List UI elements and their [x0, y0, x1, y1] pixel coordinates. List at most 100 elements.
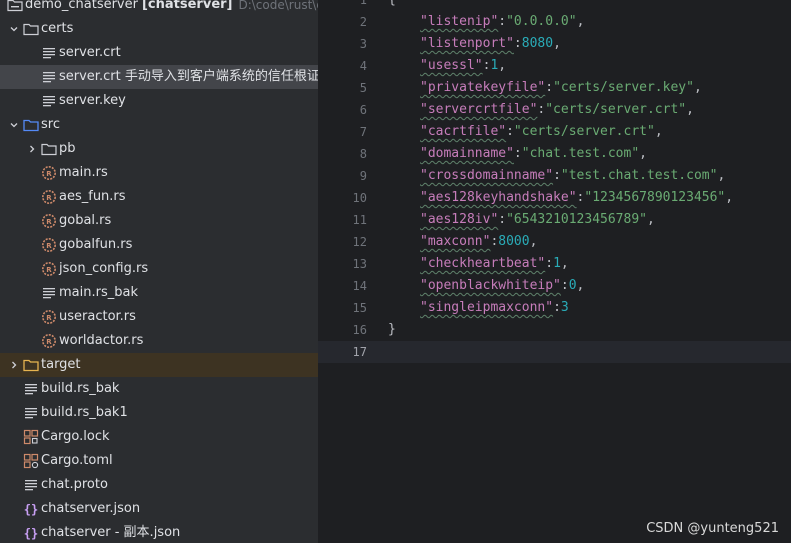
tree-item-cargo-toml[interactable]: Cargo.toml: [0, 449, 318, 473]
chevron-down-icon[interactable]: [6, 120, 22, 130]
chevron-right-icon[interactable]: [6, 360, 22, 370]
json-comma: ,: [647, 212, 655, 227]
json-colon: :: [553, 300, 561, 315]
json-colon: :: [545, 80, 554, 95]
code-line[interactable]: "domainname":"chat.test.com",: [420, 143, 647, 165]
json-comma: ,: [639, 146, 647, 161]
svg-text:R: R: [46, 194, 52, 202]
json-colon: :: [506, 124, 514, 139]
code-line[interactable]: "maxconn":8000,: [420, 231, 537, 253]
code-line[interactable]: "openblackwhiteip":0,: [420, 275, 584, 297]
tree-item-label: Cargo.lock: [41, 429, 110, 444]
tree-item-label: Cargo.toml: [41, 453, 113, 468]
tree-item-gobalfun-rs[interactable]: Rgobalfun.rs: [0, 233, 318, 257]
code-line[interactable]: "usessl":1,: [420, 55, 506, 77]
json-key: "crossdomainname": [420, 168, 554, 183]
tree-item-server-crt[interactable]: server.crt: [0, 41, 318, 65]
cargo-lock-icon: [22, 429, 40, 445]
tree-item-worldactor-rs[interactable]: Rworldactor.rs: [0, 329, 318, 353]
tree-item-gobal-rs[interactable]: Rgobal.rs: [0, 209, 318, 233]
line-number: 10: [352, 191, 367, 205]
project-tree: demo_chatserver [chatserver] D:\code\rus…: [0, 0, 318, 543]
tree-item-target[interactable]: target: [0, 353, 318, 377]
tree-item-label: chatserver - 副本.json: [41, 525, 181, 540]
code-line[interactable]: "checkheartbeat":1,: [420, 253, 569, 275]
line-number: 7: [359, 125, 367, 139]
tree-item-label: server.key: [59, 93, 126, 108]
project-root[interactable]: demo_chatserver [chatserver] D:\code\rus…: [0, 0, 318, 17]
tree-item-useractor-rs[interactable]: Ruseractor.rs: [0, 305, 318, 329]
tree-item-aes-fun-rs[interactable]: Raes_fun.rs: [0, 185, 318, 209]
tree-item-main-rs[interactable]: Rmain.rs: [0, 161, 318, 185]
tree-item-chat-proto[interactable]: chat.proto: [0, 473, 318, 497]
tree-item-label: gobalfun.rs: [59, 237, 133, 252]
line-number: 17: [352, 345, 367, 359]
json-key: "privatekeyfile": [420, 80, 546, 95]
code-line[interactable]: "privatekeyfile":"certs/server.key",: [420, 77, 702, 99]
json-comma: ,: [717, 168, 726, 183]
json-comma: ,: [693, 80, 702, 95]
line-number: 13: [352, 257, 367, 271]
json-key: "openblackwhiteip": [420, 278, 561, 293]
json-colon: :: [513, 36, 522, 51]
module-folder-icon: [6, 0, 24, 13]
svg-text:R: R: [46, 218, 52, 226]
json-key: "singleipmaxconn": [420, 300, 554, 315]
line-number: 11: [352, 213, 367, 227]
json-key: "domainname": [420, 146, 514, 161]
tree-item-chatserver-json[interactable]: {} chatserver.json: [0, 497, 318, 521]
code-editor[interactable]: 1234567891011121314151617 {"listenip":"0…: [318, 0, 791, 543]
tree-item-cargo-lock[interactable]: Cargo.lock: [0, 425, 318, 449]
tree-item-label: certs: [41, 21, 74, 36]
tree-item-server-key[interactable]: server.key: [0, 89, 318, 113]
code-line[interactable]: "aes128keyhandshake":"1234567890123456",: [420, 187, 733, 209]
json-key: "listenport": [420, 36, 514, 51]
chevron-right-icon[interactable]: [24, 144, 40, 154]
json-colon: :: [498, 212, 507, 227]
code-line[interactable]: "servercrtfile":"certs/server.crt",: [420, 99, 694, 121]
tree-item-build-rs-bak[interactable]: build.rs_bak: [0, 377, 318, 401]
line-number-gutter: 1 2 3 4 5 6 7 8 9 10 11 12 13 14 15 16 17: [318, 0, 384, 543]
json-colon: :: [513, 146, 522, 161]
json-comma: ,: [553, 36, 561, 51]
code-line[interactable]: "cacrtfile":"certs/server.crt",: [420, 121, 663, 143]
tree-item-build-rs-bak1[interactable]: build.rs_bak1: [0, 401, 318, 425]
tree-item-src[interactable]: src: [0, 113, 318, 137]
json-value: "certs/server.crt": [513, 124, 655, 139]
project-root-path: D:\code\rust\demo: [238, 0, 318, 12]
json-value: 0: [568, 278, 577, 293]
code-line[interactable]: "aes128iv":"6543210123456789",: [420, 209, 655, 231]
rust-file-icon: R: [40, 213, 58, 229]
tree-item-certs[interactable]: certs: [0, 17, 318, 41]
tree-item-chatserver-json[interactable]: {} chatserver - 副本.json: [0, 521, 318, 543]
json-value: "0.0.0.0": [506, 14, 577, 29]
tree-item-json-config-rs[interactable]: Rjson_config.rs: [0, 257, 318, 281]
json-value: "certs/server.key": [553, 80, 694, 95]
tree-item-label: target: [41, 357, 81, 372]
svg-text:R: R: [46, 338, 52, 346]
code-line[interactable]: {: [388, 0, 396, 11]
json-comma: ,: [529, 234, 538, 249]
code-line[interactable]: "listenip":"0.0.0.0",: [420, 11, 584, 33]
code-area[interactable]: { "listenip":"0.0.0.0","listenport":8080,…: [388, 0, 791, 543]
code-line[interactable]: "singleipmaxconn":3: [420, 297, 569, 319]
tree-item-server-crt[interactable]: server.crt 手动导入到客户端系统的信任根证书: [0, 65, 318, 89]
line-number: 15: [352, 301, 367, 315]
rust-file-icon: R: [40, 261, 58, 277]
line-number: 12: [352, 235, 367, 249]
project-root-name: demo_chatserver: [25, 0, 138, 12]
line-number: 5: [359, 81, 367, 95]
tree-item-label: server.crt: [59, 45, 121, 60]
json-file-icon: {}: [22, 501, 40, 517]
tree-item-pb[interactable]: pb: [0, 137, 318, 161]
code-line[interactable]: "crossdomainname":"test.chat.test.com",: [420, 165, 725, 187]
json-colon: :: [498, 14, 507, 29]
rust-file-icon: R: [40, 333, 58, 349]
chevron-down-icon[interactable]: [6, 24, 22, 34]
tree-item-main-rs-bak[interactable]: main.rs_bak: [0, 281, 318, 305]
code-line[interactable]: "listenport":8080,: [420, 33, 561, 55]
tree-item-label: worldactor.rs: [59, 333, 144, 348]
json-comma: ,: [576, 14, 585, 29]
rust-file-icon: R: [40, 237, 58, 253]
code-line[interactable]: }: [388, 319, 396, 341]
